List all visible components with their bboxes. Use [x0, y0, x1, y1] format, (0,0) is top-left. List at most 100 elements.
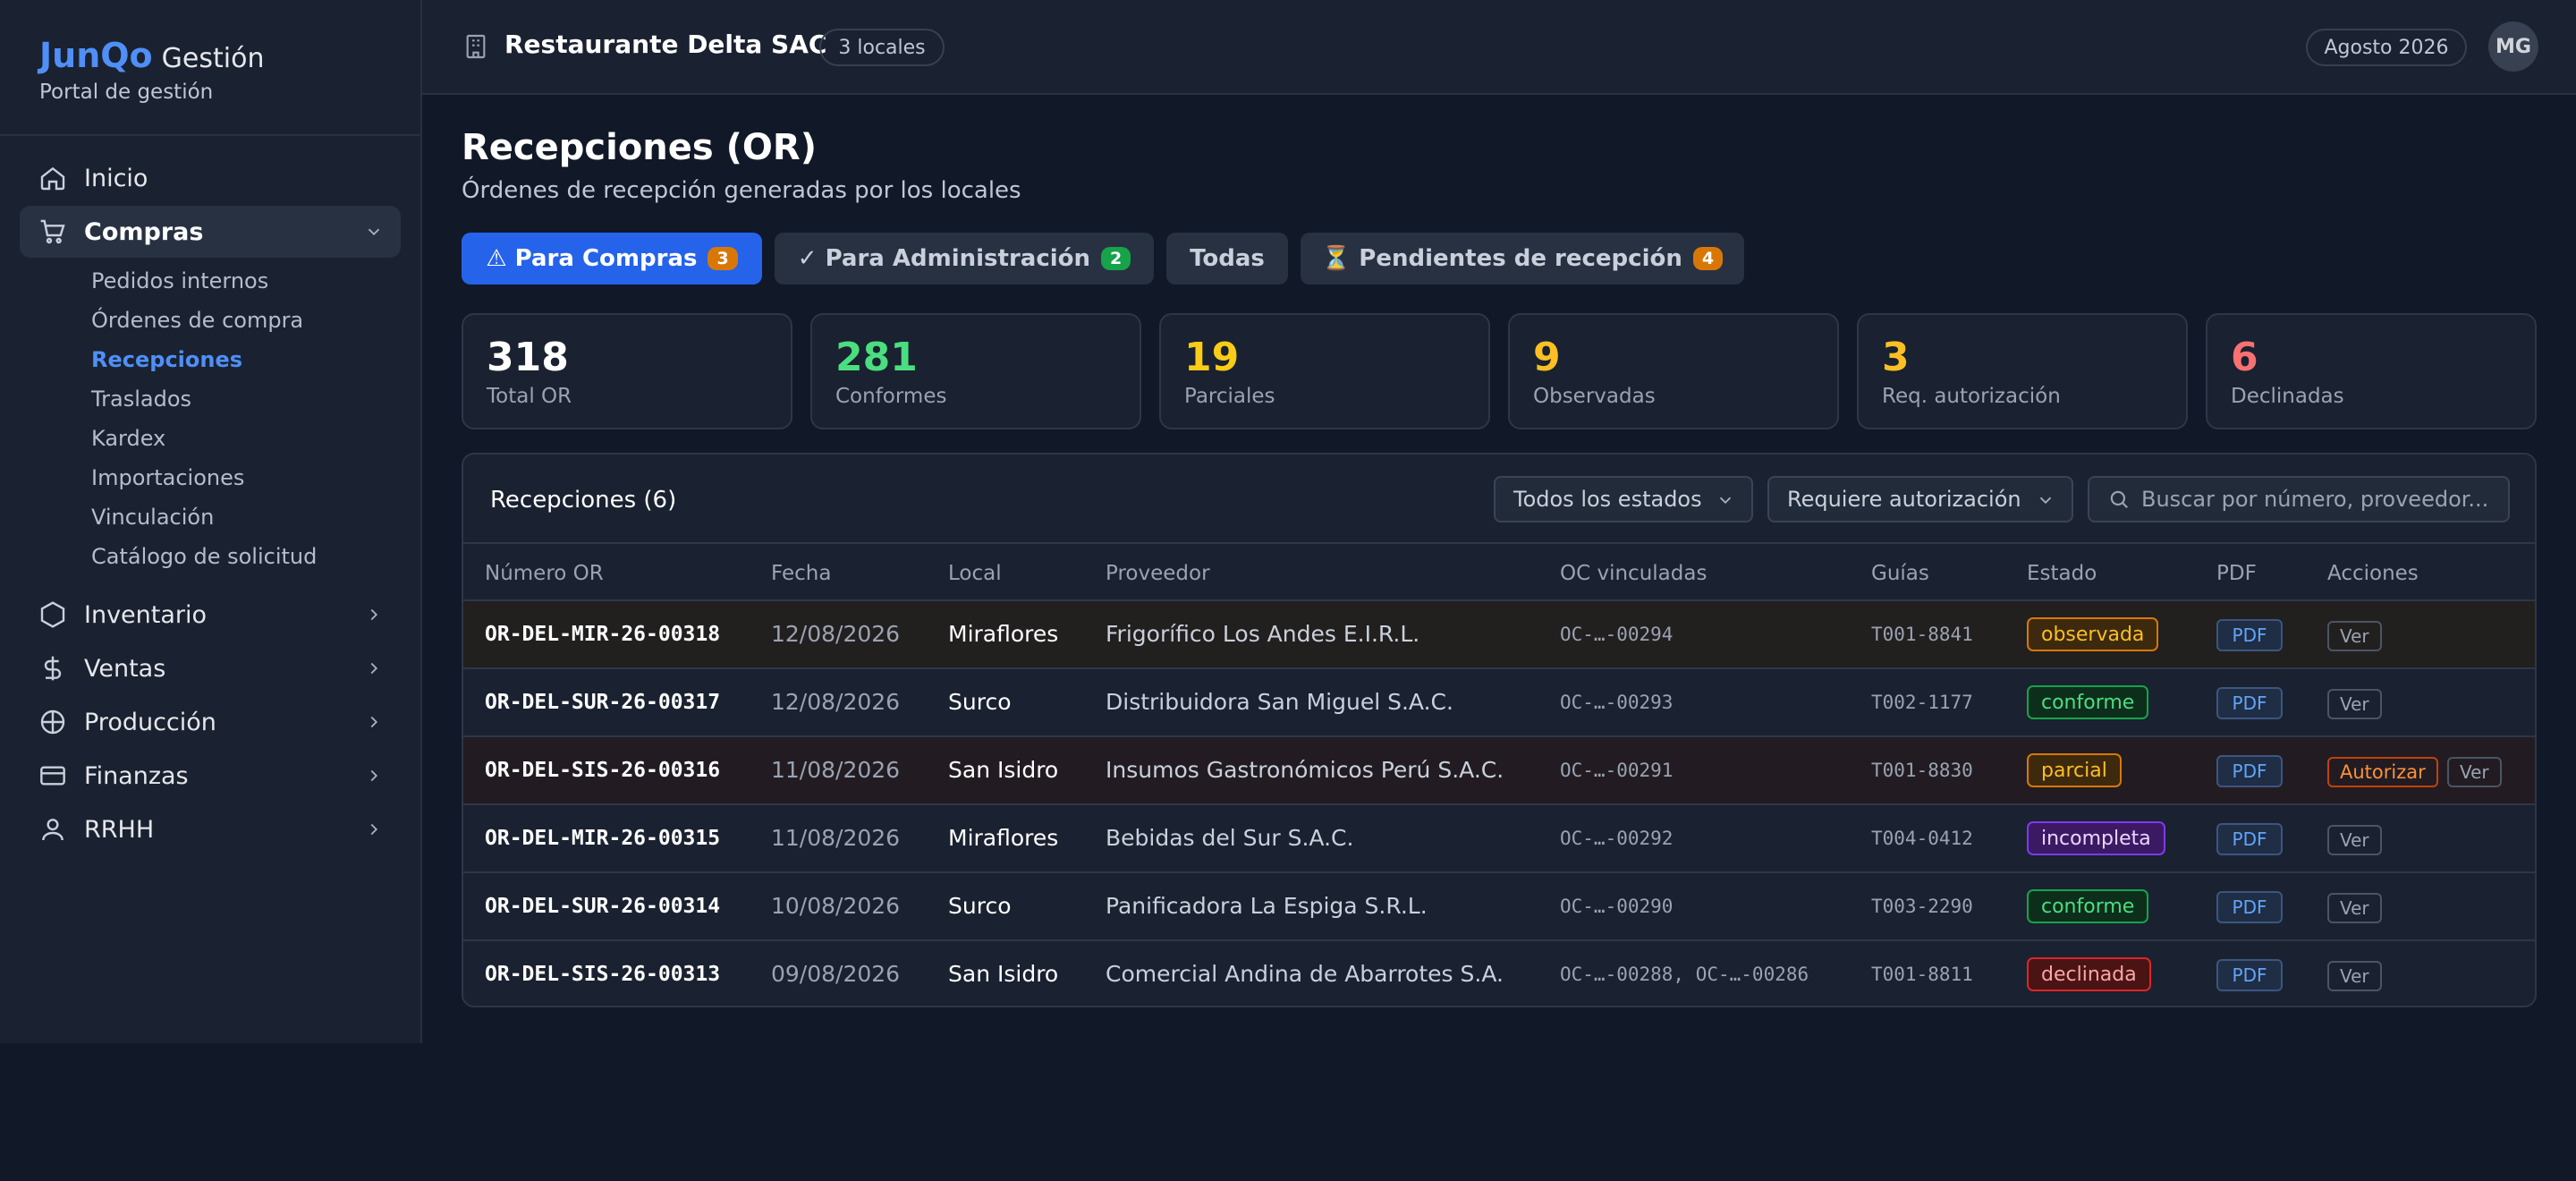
- column-header[interactable]: Guías: [1871, 562, 1929, 585]
- table-row[interactable]: OR-DEL-MIR-26-00318 12/08/2026 Miraflore…: [463, 601, 2535, 669]
- view-button[interactable]: Ver: [2327, 893, 2382, 923]
- table-row[interactable]: OR-DEL-MIR-26-00315 11/08/2026 Miraflore…: [463, 805, 2535, 873]
- sidebar-item-inicio[interactable]: Inicio: [20, 152, 401, 204]
- globe-icon: [38, 707, 68, 737]
- or-local: Miraflores: [948, 621, 1059, 647]
- view-button[interactable]: Ver: [2327, 825, 2382, 855]
- or-number[interactable]: OR-DEL-SUR-26-00314: [485, 895, 720, 918]
- stat-label: Conformes: [835, 385, 947, 408]
- view-button[interactable]: Ver: [2327, 689, 2382, 719]
- stat-value: 3: [1882, 335, 1910, 380]
- or-local: San Isidro: [948, 757, 1059, 783]
- tab-label: Todas: [1190, 245, 1265, 272]
- sidebar-subitem-pedidos-internos[interactable]: Pedidos internos: [91, 268, 268, 293]
- or-provider: Distribuidora San Miguel S.A.C.: [1106, 689, 1453, 715]
- brand-tagline: Portal de gestión: [39, 81, 214, 104]
- or-number[interactable]: OR-DEL-SIS-26-00313: [485, 963, 720, 986]
- or-linked-oc[interactable]: OC-…-00294: [1560, 624, 1673, 645]
- avatar[interactable]: MG: [2488, 21, 2538, 72]
- or-local: Surco: [948, 893, 1012, 919]
- status-badge: parcial: [2027, 753, 2122, 787]
- or-linked-oc[interactable]: OC-…-00288, OC-…-00286: [1560, 964, 1809, 985]
- table-title: Recepciones (6): [490, 487, 677, 514]
- sidebar-subitem-kardex[interactable]: Kardex: [91, 426, 165, 451]
- column-header[interactable]: Número OR: [485, 562, 604, 585]
- sidebar-item-rrhh[interactable]: RRHH: [20, 803, 401, 855]
- sidebar-item-finanzas[interactable]: Finanzas: [20, 750, 401, 802]
- or-date: 12/08/2026: [771, 689, 901, 715]
- sidebar-item-compras[interactable]: Compras: [20, 206, 401, 258]
- or-linked-oc[interactable]: OC-…-00290: [1560, 896, 1673, 917]
- tab-para-administracion[interactable]: ✓ Para Administración 2: [775, 233, 1154, 285]
- chevron-right-icon: [361, 656, 386, 681]
- authorize-button[interactable]: Autorizar: [2327, 757, 2438, 787]
- or-guia: T004-0412: [1871, 828, 1973, 849]
- brand-logo[interactable]: JunQo Gestión: [39, 36, 264, 75]
- view-button[interactable]: Ver: [2447, 757, 2502, 787]
- sidebar-subitem-ordenes-compra[interactable]: Órdenes de compra: [91, 308, 303, 333]
- pdf-button[interactable]: PDF: [2216, 619, 2283, 651]
- locales-badge[interactable]: 3 locales: [819, 29, 945, 66]
- or-provider: Frigorífico Los Andes E.I.R.L.: [1106, 621, 1420, 647]
- pdf-button[interactable]: PDF: [2216, 959, 2283, 991]
- pdf-button[interactable]: PDF: [2216, 823, 2283, 855]
- recepciones-table-card: Recepciones (6) Todos los estados Requie…: [462, 453, 2537, 1007]
- table-row[interactable]: OR-DEL-SIS-26-00313 09/08/2026 San Isidr…: [463, 941, 2535, 1006]
- or-provider: Insumos Gastronómicos Perú S.A.C.: [1106, 757, 1504, 783]
- column-header[interactable]: Proveedor: [1106, 562, 1210, 585]
- column-header[interactable]: Fecha: [771, 562, 831, 585]
- column-header[interactable]: OC vinculadas: [1560, 562, 1707, 585]
- sidebar-subitem-traslados[interactable]: Traslados: [91, 387, 191, 412]
- or-linked-oc[interactable]: OC-…-00293: [1560, 692, 1673, 713]
- cart-icon: [38, 217, 68, 247]
- or-number[interactable]: OR-DEL-MIR-26-00315: [485, 827, 720, 850]
- column-header: Acciones: [2327, 562, 2419, 585]
- table-row[interactable]: OR-DEL-SUR-26-00314 10/08/2026 Surco Pan…: [463, 873, 2535, 941]
- pdf-button[interactable]: PDF: [2216, 755, 2283, 787]
- or-guia: T001-8811: [1871, 964, 1973, 985]
- or-number[interactable]: OR-DEL-MIR-26-00318: [485, 623, 720, 646]
- view-button[interactable]: Ver: [2327, 621, 2382, 651]
- or-linked-oc[interactable]: OC-…-00292: [1560, 828, 1673, 849]
- or-linked-oc[interactable]: OC-…-00291: [1560, 760, 1673, 781]
- pdf-button[interactable]: PDF: [2216, 891, 2283, 923]
- or-number[interactable]: OR-DEL-SUR-26-00317: [485, 691, 720, 714]
- table-row[interactable]: OR-DEL-SUR-26-00317 12/08/2026 Surco Dis…: [463, 669, 2535, 737]
- tab-pendientes-recepcion[interactable]: ⏳ Pendientes de recepción 4: [1301, 233, 1744, 285]
- stat-card-observadas: 9 Observadas: [1508, 313, 1839, 429]
- search-input[interactable]: Buscar por número, proveedor...: [2088, 476, 2510, 523]
- or-guia: T002-1177: [1871, 692, 1973, 713]
- sidebar-subitem-importaciones[interactable]: Importaciones: [91, 465, 244, 490]
- view-button[interactable]: Ver: [2327, 961, 2382, 991]
- sidebar-item-label: Ventas: [84, 654, 166, 683]
- or-date: 10/08/2026: [771, 893, 901, 919]
- stat-label: Observadas: [1533, 385, 1656, 408]
- chevron-right-icon: [361, 763, 386, 788]
- pdf-button[interactable]: PDF: [2216, 687, 2283, 719]
- auth-filter-select[interactable]: Requiere autorización: [1767, 476, 2073, 523]
- or-number[interactable]: OR-DEL-SIS-26-00316: [485, 759, 720, 782]
- sidebar-item-label: Inventario: [84, 600, 208, 629]
- search-icon: [2107, 488, 2131, 511]
- sidebar-item-inventario[interactable]: Inventario: [20, 589, 401, 641]
- status-filter-select[interactable]: Todos los estados: [1494, 476, 1753, 523]
- column-header[interactable]: Local: [948, 562, 1002, 585]
- status-badge: conforme: [2027, 889, 2149, 923]
- sidebar-subitem-vinculacion[interactable]: Vinculación: [91, 505, 214, 530]
- stat-label: Req. autorización: [1882, 385, 2061, 408]
- hexagon-icon: [38, 599, 68, 630]
- status-badge: incompleta: [2027, 821, 2165, 855]
- sidebar-item-produccion[interactable]: Producción: [20, 696, 401, 748]
- sidebar-item-ventas[interactable]: Ventas: [20, 642, 401, 694]
- column-header[interactable]: Estado: [2027, 562, 2097, 585]
- tab-todas[interactable]: Todas: [1166, 233, 1288, 285]
- period-selector[interactable]: Agosto 2026: [2306, 29, 2467, 66]
- sidebar-subitem-catalogo[interactable]: Catálogo de solicitud: [91, 544, 317, 569]
- tab-label: ⏳ Pendientes de recepción: [1321, 245, 1682, 272]
- tab-para-compras[interactable]: ⚠ Para Compras 3: [462, 233, 762, 285]
- sidebar-subitem-recepciones[interactable]: Recepciones: [91, 347, 242, 372]
- table-row[interactable]: OR-DEL-SIS-26-00316 11/08/2026 San Isidr…: [463, 737, 2535, 805]
- status-badge: declinada: [2027, 957, 2151, 991]
- tab-count-badge: 4: [1692, 247, 1724, 270]
- topbar: Restaurante Delta SAC 3 locales Agosto 2…: [422, 0, 2576, 95]
